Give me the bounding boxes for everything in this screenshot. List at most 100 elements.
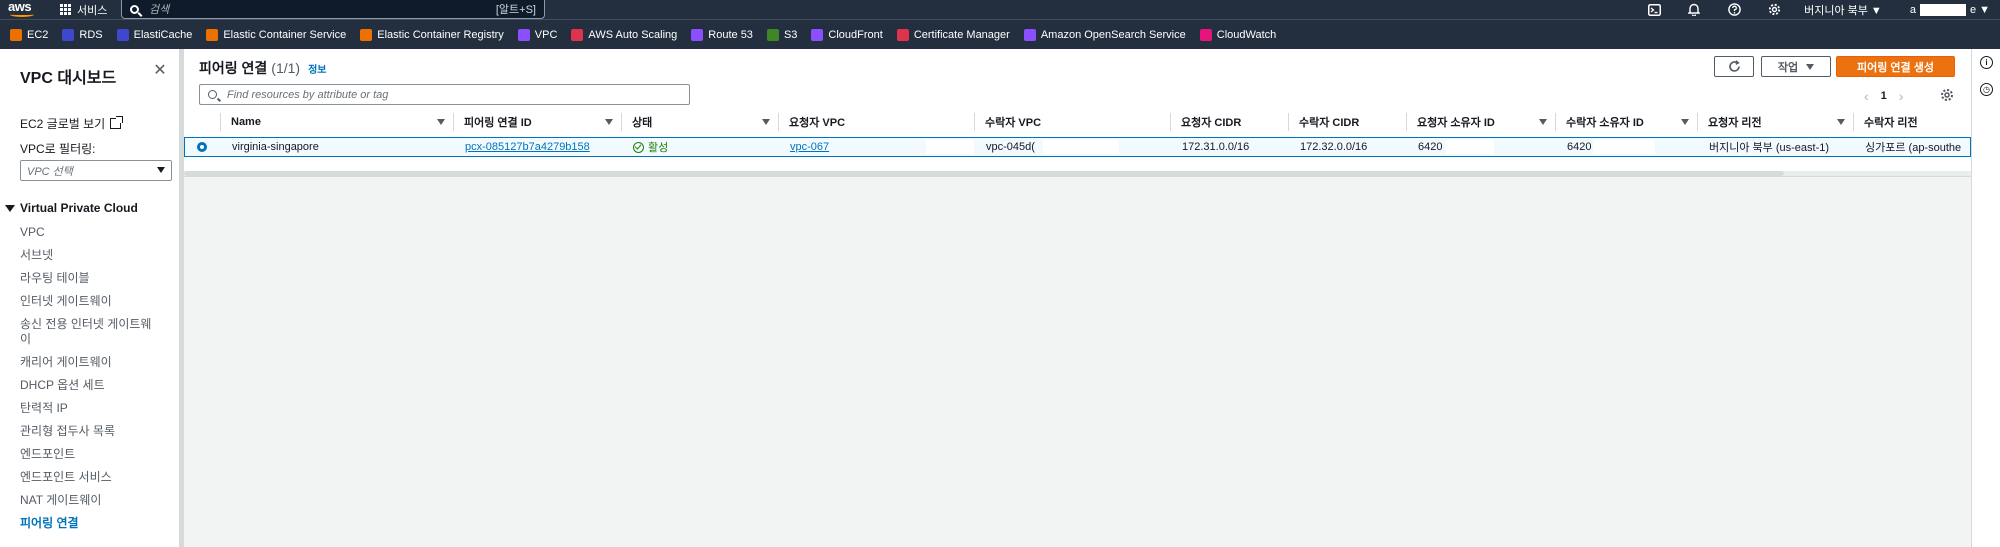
sort-caret-icon[interactable] xyxy=(437,119,445,125)
favorite-vpc[interactable]: VPC xyxy=(517,28,558,41)
status-text: 활성 xyxy=(648,142,669,154)
table-row[interactable]: virginia-singapore pcx-085127b7a4279b158… xyxy=(184,137,1971,157)
sort-caret-icon[interactable] xyxy=(762,119,770,125)
refresh-button[interactable] xyxy=(1714,56,1754,77)
actions-dropdown-button[interactable]: 작업 xyxy=(1761,56,1831,77)
favorite-route-53[interactable]: Route 53 xyxy=(691,28,753,41)
favorite-amazon-opensearch-service[interactable]: Amazon OpenSearch Service xyxy=(1023,28,1186,41)
cell-accepter-owner: 6420 xyxy=(1557,138,1699,156)
sort-caret-icon[interactable] xyxy=(1837,119,1845,125)
actions-label: 작업 xyxy=(1777,61,1799,74)
column-header[interactable]: 수락자 CIDR xyxy=(1289,113,1407,131)
favorite-elastic-container-service[interactable]: Elastic Container Service xyxy=(206,28,346,41)
requester-vpc-link[interactable]: vpc-067 xyxy=(790,141,829,153)
sidebar-item[interactable]: 탄력적 IP xyxy=(20,401,160,416)
sidebar-item-list: VPC 서브넷라우팅 테이블인터넷 게이트웨이송신 전용 인터넷 게이트웨이캐리어… xyxy=(20,225,160,539)
redaction-mask xyxy=(926,140,974,154)
notifications-button[interactable] xyxy=(1674,0,1714,19)
ec2-global-view-link[interactable]: EC2 글로벌 보기 xyxy=(20,115,124,132)
sort-caret-icon[interactable] xyxy=(1681,119,1689,125)
redaction-mask xyxy=(1043,140,1119,154)
column-header-label: 요청자 리전 xyxy=(1708,117,1762,129)
column-header[interactable]: 피어링 연결 ID xyxy=(454,113,622,131)
favorite-elastic-container-registry[interactable]: Elastic Container Registry xyxy=(360,28,504,41)
accepter-vpc-text: vpc-045d( xyxy=(986,141,1035,153)
sidebar-item[interactable]: 인터넷 게이트웨이 xyxy=(20,294,160,309)
column-header-label: 요청자 소유자 ID xyxy=(1417,117,1495,129)
info-panel-icon[interactable]: i xyxy=(1980,56,1993,69)
favorite-s3[interactable]: S3 xyxy=(766,28,797,41)
service-icon xyxy=(811,28,824,41)
info-link[interactable]: 정보 xyxy=(308,61,326,76)
tools-rail: i ◷ xyxy=(1971,49,2000,547)
table-filter-input[interactable]: Find resources by attribute or tag xyxy=(199,84,690,105)
account-menu-button[interactable]: a e ▼ xyxy=(1909,3,1990,16)
favorite-label: AWS Auto Scaling xyxy=(588,28,678,41)
service-icon xyxy=(206,28,219,41)
column-header[interactable]: 수락자 소유자 ID xyxy=(1556,113,1698,131)
help-button[interactable] xyxy=(1714,0,1754,19)
chevron-right-icon[interactable]: › xyxy=(1899,88,1904,104)
column-header[interactable]: 요청자 CIDR xyxy=(1171,113,1289,131)
favorite-cloudwatch[interactable]: CloudWatch xyxy=(1199,28,1276,41)
select-column-header xyxy=(184,113,221,131)
sidebar-item[interactable]: 엔드포인트 서비스 xyxy=(20,470,160,485)
table-preferences-gear-icon[interactable] xyxy=(1940,88,1954,102)
favorite-cloudfront[interactable]: CloudFront xyxy=(811,28,883,41)
column-header[interactable]: 수락자 VPC xyxy=(975,113,1171,131)
favorite-label: VPC xyxy=(534,28,558,41)
favorite-rds[interactable]: RDS xyxy=(62,28,103,41)
chevron-left-icon[interactable]: ‹ xyxy=(1864,88,1869,104)
sidebar-item[interactable]: 서브넷 xyxy=(20,248,160,263)
peering-id-link[interactable]: pcx-085127b7a4279b158 xyxy=(465,141,590,153)
sidebar-item[interactable]: 송신 전용 인터넷 게이트웨이 xyxy=(20,317,160,347)
sidebar-item[interactable]: 피어링 연결 xyxy=(20,516,160,531)
column-header[interactable]: 요청자 소유자 ID xyxy=(1407,113,1556,131)
cell-accepter-cidr: 172.32.0.0/16 xyxy=(1300,141,1368,153)
column-header[interactable]: 요청자 리전 xyxy=(1698,113,1854,131)
column-header[interactable]: 상태 xyxy=(622,113,779,131)
scrollbar-thumb[interactable] xyxy=(184,171,1784,176)
column-header[interactable]: 수락자 리전 xyxy=(1854,113,1967,131)
sidebar-item[interactable]: DHCP 옵션 세트 xyxy=(20,378,160,393)
caret-down-icon xyxy=(5,204,15,212)
account-name: a xyxy=(1909,3,1916,16)
favorite-ec2[interactable]: EC2 xyxy=(10,28,48,41)
column-header-label: 수락자 소유자 ID xyxy=(1566,117,1644,129)
sidebar-title[interactable]: VPC 대시보드 xyxy=(20,64,116,88)
column-header[interactable]: 요청자 VPC xyxy=(779,113,975,131)
history-icon[interactable]: ◷ xyxy=(1980,83,1993,96)
row-select-cell[interactable] xyxy=(185,138,222,156)
region-selector[interactable]: 버지니아 북부 ▼ xyxy=(1804,2,1882,18)
sidebar-item[interactable]: 관리형 접두사 목록 xyxy=(20,424,160,439)
cloudshell-button[interactable] xyxy=(1634,0,1674,19)
peering-connections-panel: 피어링 연결 (1/1) 정보 작업 피어링 연결 생성 Find resour… xyxy=(184,49,1971,177)
global-search-input[interactable]: 검색 [알트+S] xyxy=(121,0,545,19)
horizontal-scrollbar[interactable] xyxy=(184,171,1971,176)
row-radio-selected[interactable] xyxy=(197,142,207,152)
aws-smile-icon xyxy=(10,12,34,17)
create-peering-connection-button[interactable]: 피어링 연결 생성 xyxy=(1836,56,1955,77)
aws-logo[interactable]: aws xyxy=(8,0,40,19)
sort-caret-icon[interactable] xyxy=(1539,119,1547,125)
favorite-certificate-manager[interactable]: Certificate Manager xyxy=(896,28,1010,41)
services-menu-button[interactable]: 서비스 xyxy=(60,0,107,19)
close-icon[interactable]: ✕ xyxy=(152,63,168,79)
favorite-elasticache[interactable]: ElastiCache xyxy=(116,28,192,41)
current-page[interactable]: 1 xyxy=(1881,90,1887,102)
section-virtual-private-cloud[interactable]: Virtual Private Cloud xyxy=(5,201,138,215)
settings-button[interactable] xyxy=(1754,0,1794,19)
sidebar-item[interactable]: NAT 게이트웨이 xyxy=(20,493,160,508)
column-header[interactable]: Name xyxy=(221,113,454,131)
search-shortcut: [알트+S] xyxy=(495,4,536,16)
favorite-aws-auto-scaling[interactable]: AWS Auto Scaling xyxy=(571,28,678,41)
section-label: Virtual Private Cloud xyxy=(20,201,138,215)
sidebar-item[interactable]: VPC xyxy=(20,225,160,240)
vpc-filter-select[interactable]: VPC 선택 xyxy=(20,160,172,181)
help-icon xyxy=(1727,3,1741,16)
side-navigation: VPC 대시보드 ✕ EC2 글로벌 보기 VPC로 필터링: VPC 선택 V… xyxy=(0,49,180,547)
sort-caret-icon[interactable] xyxy=(605,119,613,125)
sidebar-item[interactable]: 엔드포인트 xyxy=(20,447,160,462)
sidebar-item[interactable]: 라우팅 테이블 xyxy=(20,271,160,286)
sidebar-item[interactable]: 캐리어 게이트웨이 xyxy=(20,355,160,370)
